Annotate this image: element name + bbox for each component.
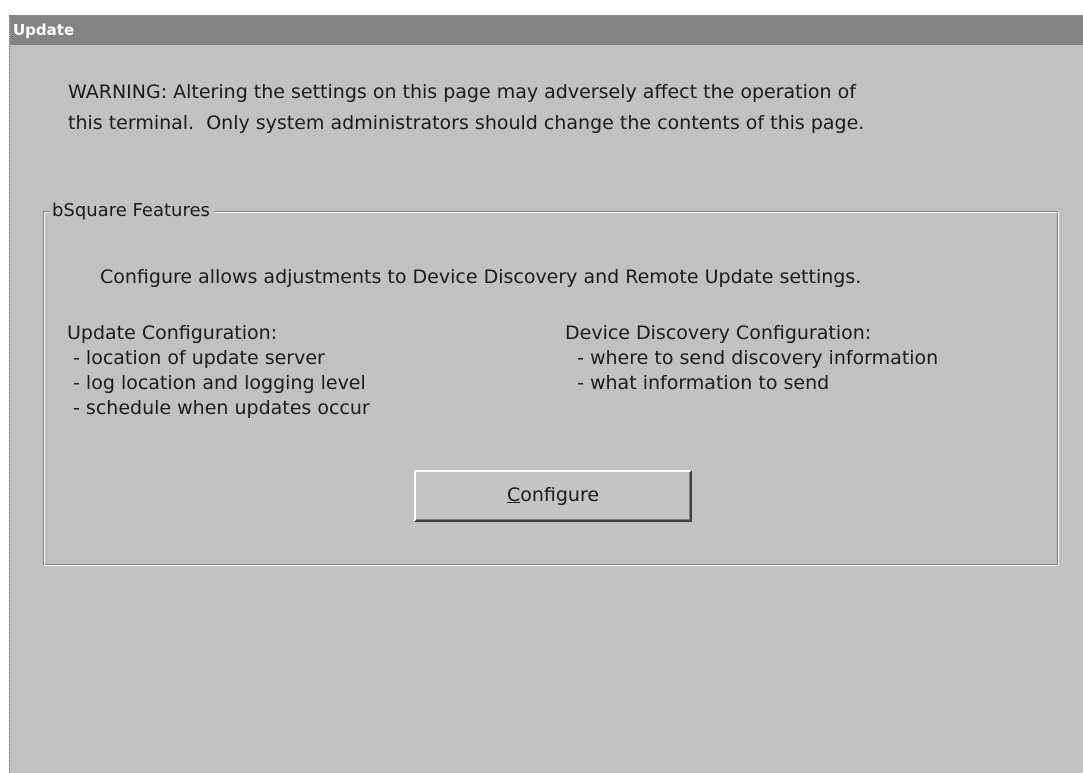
update-window: Update WARNING: Altering the settings on…	[9, 15, 1083, 773]
list-item: - schedule when updates occur	[67, 397, 370, 419]
list-item: - location of update server	[67, 347, 325, 369]
window-title: Update	[13, 21, 75, 39]
list-item: - where to send discovery information	[565, 347, 939, 369]
configure-button[interactable]: Configure	[414, 470, 692, 522]
configure-button-mnemonic: C	[506, 484, 521, 506]
group-description: Configure allows adjustments to Device D…	[100, 266, 862, 288]
discovery-config-heading: Device Discovery Configuration:	[565, 322, 872, 344]
warning-line-2: this terminal. Only system administrator…	[68, 112, 865, 134]
warning-message: WARNING: Altering the settings on this p…	[68, 77, 1048, 139]
window-title-bar: Update	[10, 15, 1083, 45]
list-item: - what information to send	[565, 372, 830, 394]
bsquare-features-group: bSquare Features Configure allows adjust…	[43, 199, 1059, 566]
group-legend: bSquare Features	[50, 199, 214, 223]
list-item: - log location and logging level	[67, 372, 366, 394]
update-configuration-list: Update Configuration: - location of upda…	[67, 321, 370, 421]
discovery-configuration-list: Device Discovery Configuration: - where …	[565, 321, 938, 396]
warning-line-1: WARNING: Altering the settings on this p…	[68, 81, 856, 103]
update-config-heading: Update Configuration:	[67, 322, 278, 344]
configure-button-label: onfigure	[520, 484, 600, 506]
